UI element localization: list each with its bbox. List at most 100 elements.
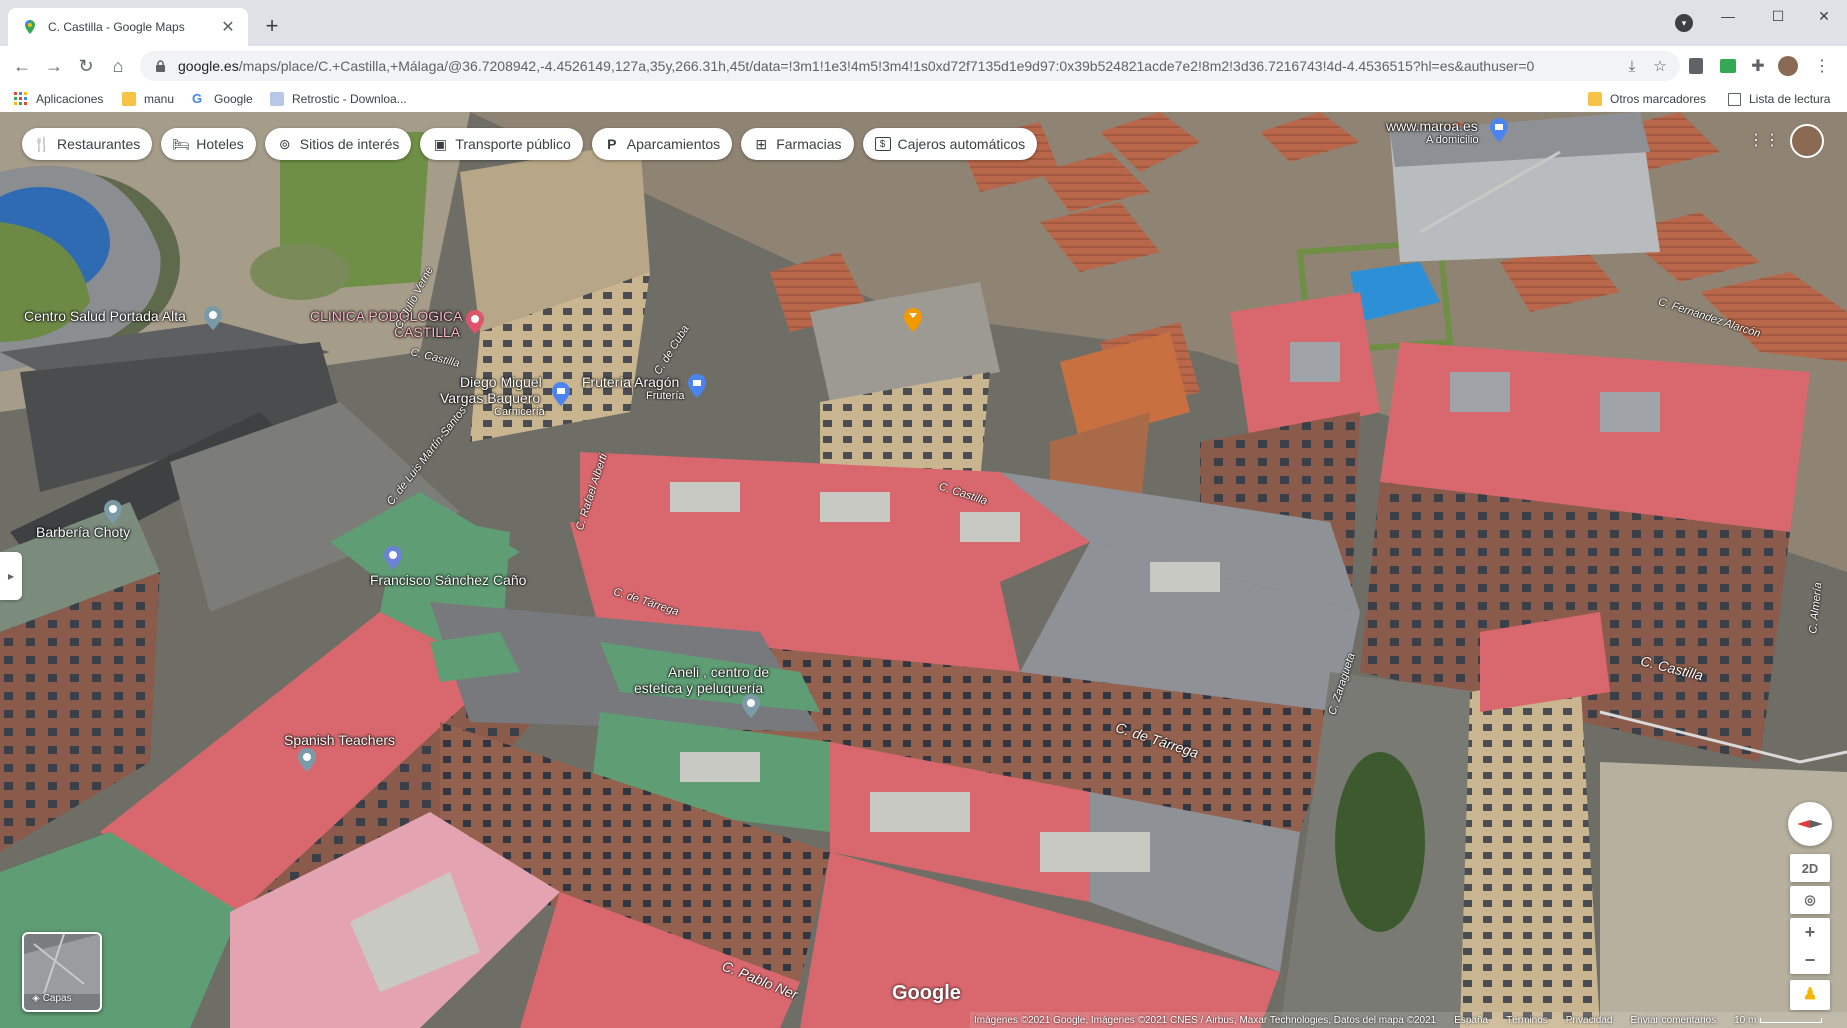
place-diego-line1[interactable]: Diego Miguel xyxy=(460,374,542,390)
pub-pin-icon[interactable] xyxy=(904,308,922,332)
place-diego-category: Carnicería xyxy=(494,406,545,418)
chip-label: Restaurantes xyxy=(57,136,141,152)
bookmark-retrostic[interactable]: Retrostic - Downloa... xyxy=(270,90,407,108)
chip-atms[interactable]: $ Cajeros automáticos xyxy=(862,128,1038,160)
bookmarks-bar: Aplicaciones manu G Google Retrostic - D… xyxy=(0,86,1847,113)
compass-icon xyxy=(1797,820,1823,828)
close-window-button[interactable]: ✕ xyxy=(1801,0,1847,32)
browser-tab[interactable]: C. Castilla - Google Maps ✕ xyxy=(8,8,248,46)
zoom-in-button[interactable]: + xyxy=(1790,918,1830,946)
pharmacy-icon: ⊞ xyxy=(755,135,768,152)
beauty-pin-icon[interactable] xyxy=(742,694,760,718)
minimize-button[interactable]: — xyxy=(1705,0,1751,32)
attribution-bar: Imágenes ©2021 Google, Imágenes ©2021 CN… xyxy=(970,1012,1847,1028)
place-fruteria-category: Frutería xyxy=(646,390,685,402)
maximize-button[interactable]: ☐ xyxy=(1755,0,1801,32)
zoom-controls: + − xyxy=(1790,918,1830,974)
install-app-icon[interactable]: ⤓ xyxy=(1618,52,1646,80)
url-text[interactable]: google.es/maps/place/C.+Castilla,+Málaga… xyxy=(178,58,1618,74)
reading-list-icon xyxy=(1728,92,1741,106)
place-clinica-line1[interactable]: CLINICA PODOLOGICA xyxy=(310,308,462,324)
terms-link[interactable]: Términos xyxy=(1506,1015,1548,1026)
place-francisco[interactable]: Francisco Sánchez Caño xyxy=(370,572,526,588)
profile-avatar[interactable] xyxy=(1774,52,1802,80)
bookmark-google[interactable]: G Google xyxy=(192,90,253,108)
google-logo: Google xyxy=(892,982,961,1004)
satellite-3d-scene xyxy=(0,112,1847,1028)
place-aneli-line1[interactable]: Aneli , centro de xyxy=(668,664,769,680)
reading-list[interactable]: Lista de lectura xyxy=(1728,90,1830,108)
bookmark-apps[interactable]: Aplicaciones xyxy=(14,90,103,108)
extensions-puzzle-icon[interactable]: ✚ xyxy=(1744,52,1772,80)
compass-button[interactable] xyxy=(1788,802,1832,846)
country-link[interactable]: España xyxy=(1454,1015,1488,1026)
zoom-out-button[interactable]: − xyxy=(1790,946,1830,974)
scale-bar[interactable]: 10 m xyxy=(1734,1014,1823,1026)
layers-icon: ◈ xyxy=(32,993,40,1004)
two-d-label: 2D xyxy=(1801,860,1819,876)
chip-restaurants[interactable]: 🍴 Restaurantes xyxy=(22,128,153,160)
new-tab-button[interactable]: + xyxy=(258,12,286,40)
home-icon[interactable]: ⌂ xyxy=(104,52,132,80)
place-barberia[interactable]: Barbería Choty xyxy=(36,524,130,540)
restaurant-icon: 🍴 xyxy=(33,135,51,152)
place-fruteria[interactable]: Frutería Aragón xyxy=(582,374,679,390)
extension-shield-icon[interactable] xyxy=(1682,52,1710,80)
feedback-link[interactable]: Enviar comentarios xyxy=(1631,1015,1717,1026)
chip-parking[interactable]: P Aparcamientos xyxy=(591,128,733,160)
google-apps-icon[interactable]: ⋮⋮ xyxy=(1748,130,1780,150)
clinic-pin-icon[interactable] xyxy=(466,310,484,334)
extension-green-icon[interactable] xyxy=(1714,52,1742,80)
scale-label: 10 m xyxy=(1734,1014,1757,1026)
back-icon[interactable]: ← xyxy=(8,52,36,80)
imagery-attribution: Imágenes ©2021 Google, Imágenes ©2021 CN… xyxy=(974,1014,1437,1026)
tab-search-icon[interactable]: ▾ xyxy=(1675,14,1693,32)
bookmark-star-icon[interactable]: ☆ xyxy=(1646,52,1674,80)
collapse-side-panel-button[interactable]: ▸ xyxy=(0,552,22,600)
chip-points-of-interest[interactable]: ⊚ Sitios de interés xyxy=(264,128,412,160)
chip-hotels[interactable]: 🛏 Hoteles xyxy=(161,128,256,160)
chip-transit[interactable]: ▣ Transporte público xyxy=(420,128,583,160)
layers-label-row: ◈ Capas xyxy=(32,993,72,1004)
folder-icon xyxy=(122,92,136,106)
lock-icon[interactable] xyxy=(152,58,168,74)
reload-icon[interactable]: ↻ xyxy=(72,52,100,80)
url-host: google.es xyxy=(178,58,239,74)
place-diego-line2[interactable]: Vargas Baquero xyxy=(440,390,540,406)
shop-pin-icon[interactable] xyxy=(552,382,570,406)
place-maroa[interactable]: www.maroa.es xyxy=(1386,118,1478,134)
browser-menu-icon[interactable]: ⋮ xyxy=(1808,52,1836,80)
camera-icon: ⊚ xyxy=(278,135,291,152)
scale-bar-line xyxy=(1760,1017,1823,1023)
chip-pharmacies[interactable]: ⊞ Farmacias xyxy=(741,128,854,160)
chip-label: Sitios de interés xyxy=(299,136,400,152)
layers-button[interactable]: ◈ Capas xyxy=(22,932,102,1012)
tab-title: C. Castilla - Google Maps xyxy=(48,20,185,34)
barber-pin-icon[interactable] xyxy=(104,500,122,524)
reading-list-label: Lista de lectura xyxy=(1749,92,1831,106)
pegman-button[interactable]: ♟ xyxy=(1790,980,1830,1010)
health-pin-icon[interactable] xyxy=(204,306,222,330)
chip-label: Transporte público xyxy=(455,136,571,152)
my-location-button[interactable]: ◎ xyxy=(1790,886,1830,914)
address-bar[interactable]: google.es/maps/place/C.+Castilla,+Málaga… xyxy=(140,51,1680,81)
privacy-link[interactable]: Privacidad xyxy=(1566,1015,1613,1026)
school-pin-icon[interactable] xyxy=(298,748,316,772)
bookmark-label: manu xyxy=(144,92,175,106)
service-pin-icon[interactable] xyxy=(384,546,402,570)
forward-icon[interactable]: → xyxy=(40,52,68,80)
place-maroa-category: A domicilio xyxy=(1426,134,1479,146)
place-spanish-teachers[interactable]: Spanish Teachers xyxy=(284,732,395,748)
bookmark-manu[interactable]: manu xyxy=(122,90,174,108)
shop-pin-icon[interactable] xyxy=(1490,118,1508,142)
place-centro-salud[interactable]: Centro Salud Portada Alta xyxy=(24,308,186,324)
other-bookmarks[interactable]: Otros marcadores xyxy=(1588,90,1706,108)
tilt-2d-button[interactable]: 2D xyxy=(1790,854,1830,882)
url-path: /maps/place/C.+Castilla,+Málaga/@36.7208… xyxy=(238,58,1535,74)
category-chips: 🍴 Restaurantes 🛏 Hoteles ⊚ Sitios de interé… xyxy=(22,128,1038,160)
shop-pin-icon[interactable] xyxy=(688,374,706,398)
map-viewport[interactable]: 🍴 Restaurantes 🛏 Hoteles ⊚ Sitios de interé… xyxy=(0,112,1847,1028)
folder-icon xyxy=(1588,92,1602,106)
tab-close-icon[interactable]: ✕ xyxy=(218,17,238,37)
account-avatar[interactable] xyxy=(1790,124,1824,158)
